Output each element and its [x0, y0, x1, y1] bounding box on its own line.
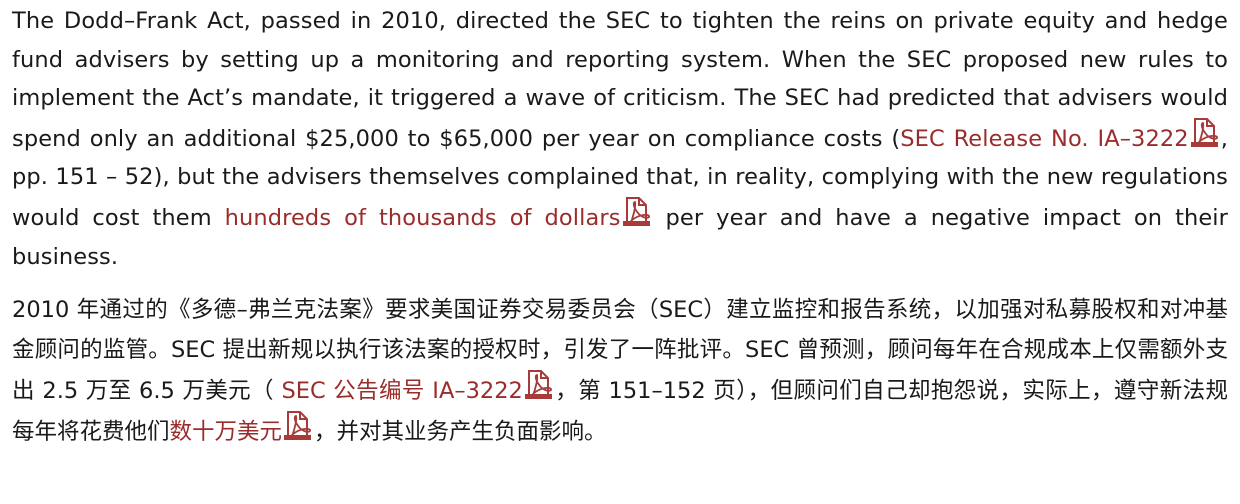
- pdf-icon[interactable]: [283, 411, 313, 441]
- pdf-icon[interactable]: [622, 196, 652, 227]
- sec-announcement-link[interactable]: SEC 公告编号 IA–3222: [281, 378, 522, 404]
- pdf-icon[interactable]: [524, 370, 554, 400]
- pdf-icon[interactable]: [1190, 117, 1220, 148]
- hundreds-of-thousands-cn-link[interactable]: 数十万美元: [170, 419, 283, 445]
- hundreds-of-thousands-link[interactable]: hundreds of thousands of dollars: [225, 205, 621, 231]
- chinese-text-3: ，并对其业务产生负面影响。: [314, 419, 607, 446]
- english-paragraph: The Dodd–Frank Act, passed in 2010, dire…: [12, 2, 1228, 276]
- sec-release-link[interactable]: SEC Release No. IA–3222: [900, 126, 1188, 152]
- chinese-paragraph: 2010 年通过的《多德–弗兰克法案》要求美国证券交易委员会（SEC）建立监控和…: [12, 290, 1228, 452]
